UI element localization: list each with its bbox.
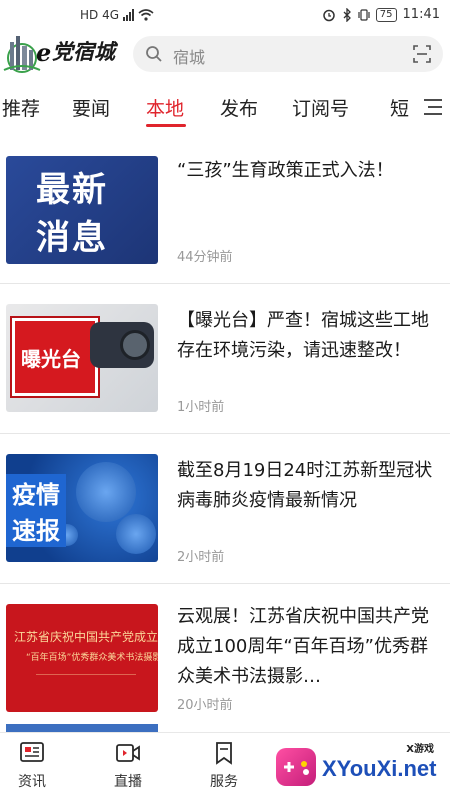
active-tab-indicator [146,124,186,127]
watermark-tag: X游戏 [406,744,434,755]
channel-menu-icon[interactable] [422,98,444,116]
thumbnail-text: 速报 [6,510,66,547]
nav-services[interactable]: 服务 [194,741,254,791]
watermark-text: XYouXi.net [322,756,437,781]
nav-label: 服务 [210,774,238,790]
bottom-nav: 资讯 直播 服务 X游戏 XYouXi.net [0,732,450,800]
tab-subscriptions[interactable]: 订阅号 [292,94,349,121]
news-item[interactable]: 疫情 速报 截至8月19日24时江苏新型冠状病毒肺炎疫情最新情况 2小时前 [0,434,450,584]
status-left: HD 4G [80,8,154,22]
camera-lens-graphic [120,330,150,360]
news-time: 1小时前 [177,400,225,415]
news-title: 截至8月19日24时江苏新型冠状病毒肺炎疫情最新情况 [177,460,433,511]
tab-local[interactable]: 本地 [146,94,184,121]
channel-tabs: 推荐 要闻 本地 发布 订阅号 短 [0,84,450,132]
tab-recommend[interactable]: 推荐 [2,94,40,121]
news-title: 云观展！江苏省庆祝中国共产党成立100周年“百年百场”优秀群众美术书法摄影… [177,606,429,687]
news-thumbnail: 最新 消息 [6,156,158,264]
signal-icon [123,9,135,21]
watermark: X游戏 XYouXi.net [270,730,446,796]
virus-graphic [116,514,156,554]
search-placeholder: 宿城 [173,48,206,67]
news-item[interactable]: 最新 消息 “三孩”生育政策正式入法！ 44分钟前 [0,134,450,284]
thumbnail-divider [36,674,136,700]
virus-graphic [76,462,136,522]
thumbnail-text: 江苏省庆祝中国共产党成立10 [14,630,158,644]
thumbnail-text: 曝光台 [21,347,81,371]
nav-label: 资讯 [18,774,46,790]
news-item[interactable]: 江苏省庆祝中国共产党成立10 “百年百场”优秀群众美术书法摄影 云观展！江苏省庆… [0,584,450,734]
thumbnail-text: 疫情 [6,474,66,511]
news-item[interactable]: 曝光台 【曝光台】严查！宿城这些工地存在环境污染，请迅速整改！ 1小时前 [0,284,450,434]
bookmark-icon [216,742,232,765]
nav-news[interactable]: 资讯 [2,741,62,791]
news-icon [20,742,44,762]
thumbnail-text: 消息 [36,218,108,258]
exposure-badge: 曝光台 [12,318,98,396]
news-time: 44分钟前 [177,250,233,265]
thumbnail-text: 最新 [36,170,108,210]
news-time: 2小时前 [177,550,225,565]
clock: 11:41 [402,7,440,22]
vibrate-icon [358,8,370,21]
news-title: 【曝光台】严查！宿城这些工地存在环境污染，请迅速整改！ [177,310,429,361]
app-logo[interactable]: e 党宿城 [2,32,124,74]
gamepad-logo-icon [276,748,316,786]
news-thumbnail: 曝光台 [6,304,158,412]
wifi-icon [138,9,154,21]
app-header: e 党宿城 宿城 [0,30,450,78]
search-icon [146,46,162,62]
logo-e-letter: e [36,38,52,67]
scan-icon[interactable] [413,45,431,63]
news-title: “三孩”生育政策正式入法！ [177,160,394,181]
news-time: 20小时前 [177,698,233,713]
tab-publish[interactable]: 发布 [220,94,258,121]
news-thumbnail: 江苏省庆祝中国共产党成立10 “百年百场”优秀群众美术书法摄影 [6,604,158,712]
nav-label: 直播 [114,774,142,790]
status-bar: HD 4G 75 11:41 [0,0,450,30]
video-icon [116,744,140,762]
news-thumbnail: 疫情 速报 [6,454,158,562]
thumbnail-text: “百年百场”优秀群众美术书法摄影 [26,653,158,663]
search-bar[interactable]: 宿城 [133,36,443,72]
alarm-icon [323,9,335,21]
battery-indicator: 75 [375,7,397,22]
status-right: 75 11:41 [322,7,440,22]
tab-short-video[interactable]: 短 [390,94,409,121]
bluetooth-icon [343,7,351,22]
network-indicator: HD 4G [80,8,120,22]
tab-headlines[interactable]: 要闻 [72,94,110,121]
nav-live[interactable]: 直播 [98,741,158,791]
app-brand-name: 党宿城 [52,39,115,64]
